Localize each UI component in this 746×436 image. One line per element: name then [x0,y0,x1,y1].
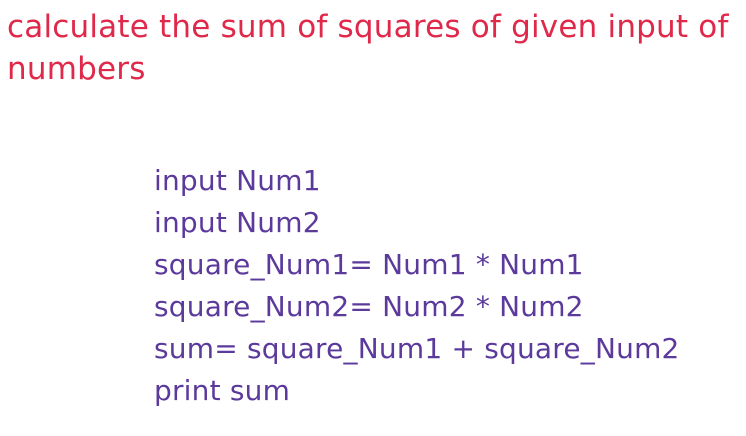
handwritten-note-page: calculate the sum of squares of given in… [0,0,746,436]
pseudocode-line-square-num2: square_Num2= Num2 * Num2 [154,290,584,323]
pseudocode-line-print-sum: print sum [154,374,291,407]
pseudocode-line-input-num2: input Num2 [154,206,321,239]
pseudocode-line-sum: sum= square_Num1 + square_Num2 [154,332,680,365]
pseudocode-block: input Num1 input Num2 square_Num1= Num1 … [154,160,734,412]
problem-title: calculate the sum of squares of given in… [7,9,729,87]
pseudocode-line-input-num1: input Num1 [154,164,321,197]
pseudocode-line-square-num1: square_Num1= Num1 * Num1 [154,248,584,281]
